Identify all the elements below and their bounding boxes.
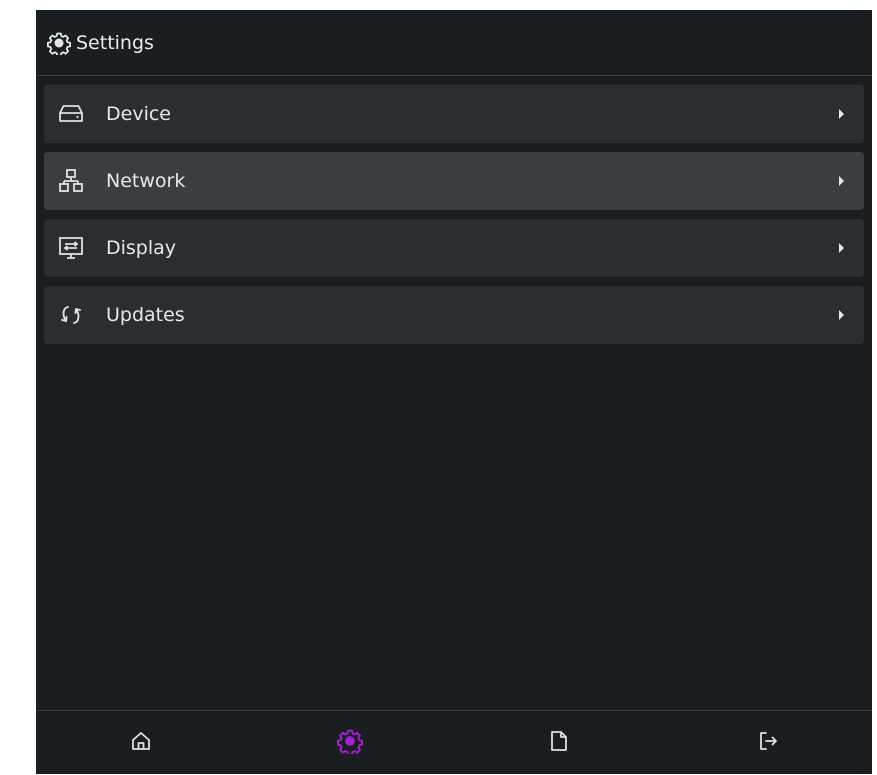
network-icon [56, 166, 86, 196]
gear-icon [46, 30, 72, 56]
nav-files-button[interactable] [454, 711, 663, 775]
menu-item-label: Device [106, 103, 171, 125]
home-icon [129, 729, 153, 757]
chevron-right-icon [839, 243, 844, 253]
monitor-icon [56, 233, 86, 263]
chevron-right-icon [839, 176, 844, 186]
header: Settings [36, 10, 872, 76]
menu-item-device[interactable]: Device [44, 85, 864, 143]
bottom-nav [36, 710, 872, 775]
chevron-right-icon [839, 310, 844, 320]
logout-icon [756, 729, 780, 757]
settings-screen: Settings Device Network Display Updates [36, 10, 872, 774]
chevron-right-icon [839, 109, 844, 119]
page-title: Settings [76, 31, 154, 54]
menu-item-label: Display [106, 237, 177, 259]
menu-item-label: Network [106, 170, 186, 192]
menu-item-label: Updates [106, 304, 185, 326]
menu-item-updates[interactable]: Updates [44, 286, 864, 344]
sync-icon [56, 300, 86, 330]
menu-item-network[interactable]: Network [44, 152, 864, 210]
nav-logout-button[interactable] [663, 711, 872, 775]
menu-item-display[interactable]: Display [44, 219, 864, 277]
file-icon [547, 729, 571, 757]
nav-home-button[interactable] [36, 711, 245, 775]
nav-settings-button[interactable] [245, 711, 454, 775]
gear-icon [336, 728, 363, 758]
settings-menu: Device Network Display Updates [44, 85, 864, 353]
hard-drive-icon [56, 99, 86, 129]
